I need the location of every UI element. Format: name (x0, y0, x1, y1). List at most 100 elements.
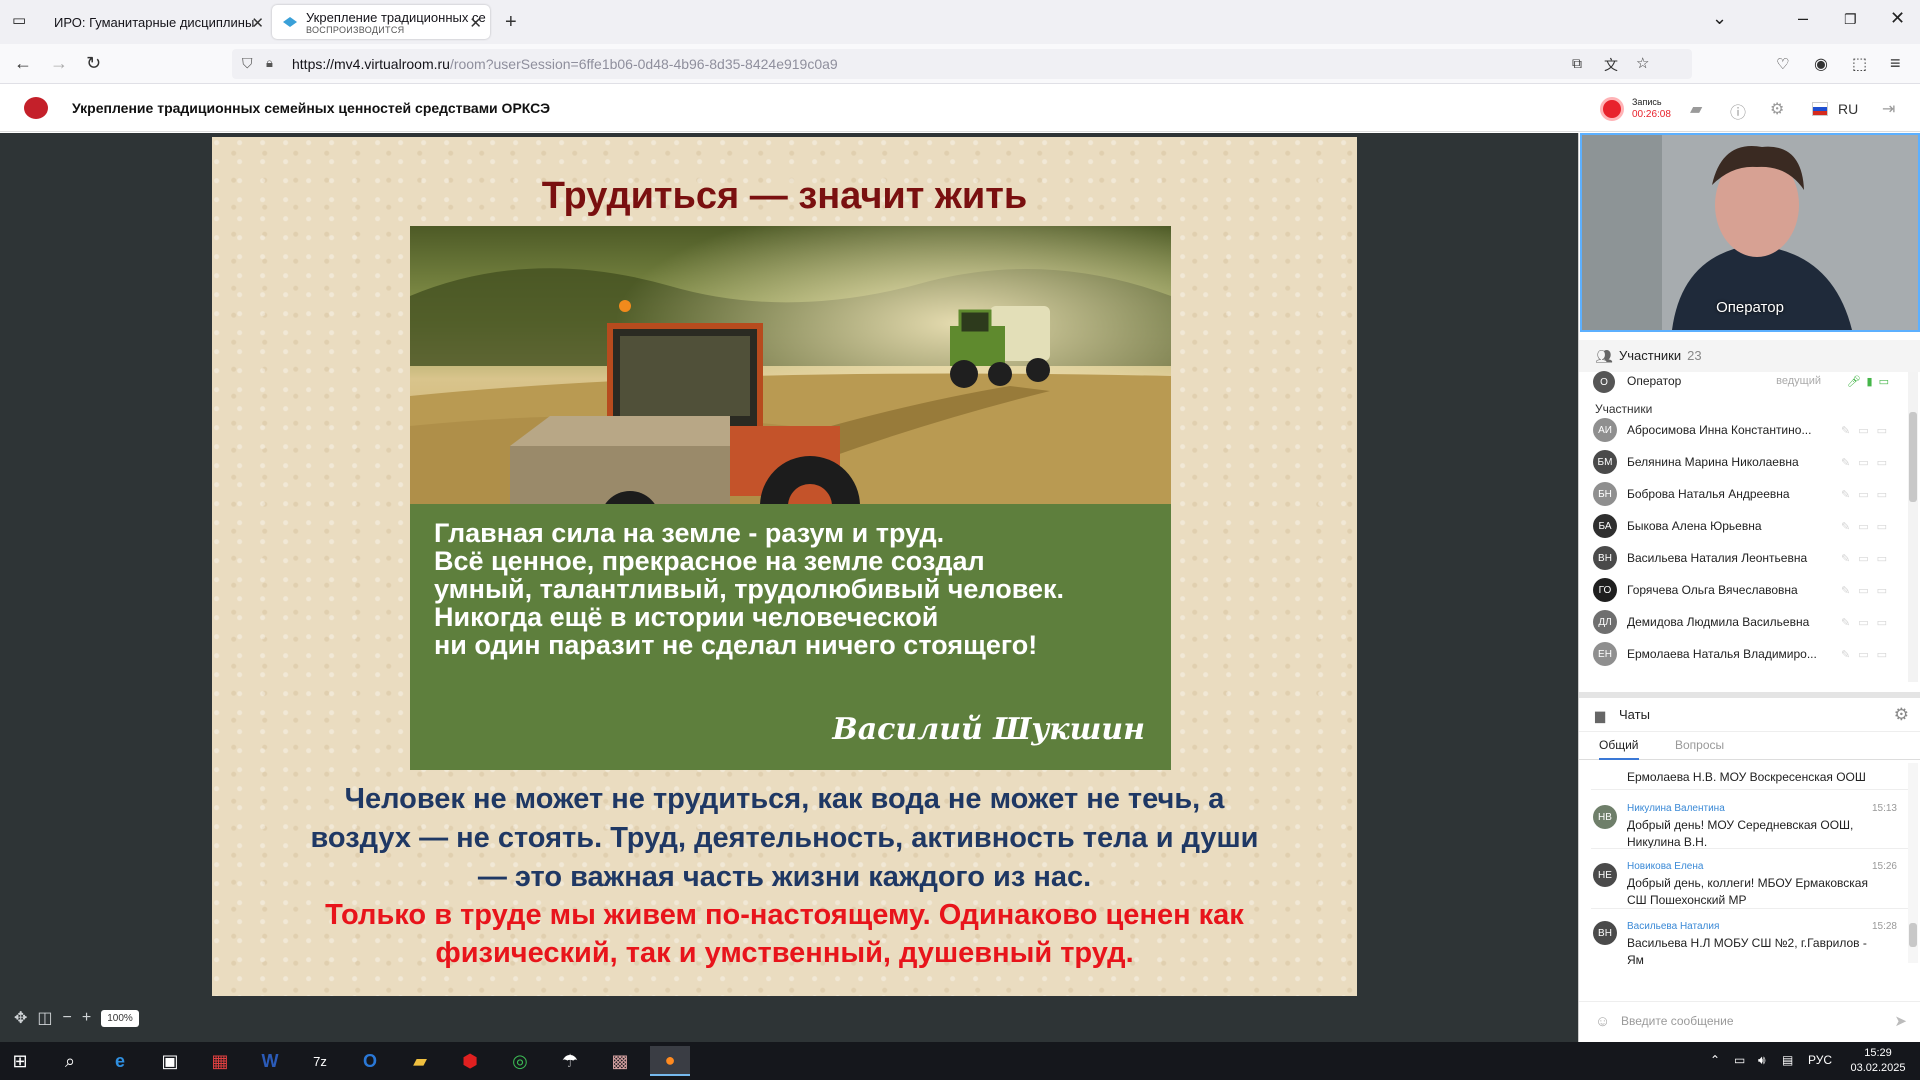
chat-message-input[interactable] (1621, 1010, 1871, 1032)
video-tile[interactable]: Оператор (1580, 133, 1920, 332)
slide-title: Трудиться — значит жить (541, 175, 1028, 217)
app-rus-icon[interactable]: ▦ (200, 1046, 240, 1076)
participant-row[interactable]: ВН Васильева Наталия Леонтьевна ✎▭▭ (1579, 542, 1909, 574)
quote-line: Никогда ещё в истории человеческой (434, 602, 939, 632)
info-icon[interactable]: ⓘ (1730, 99, 1746, 123)
chat-title: Чаты (1619, 707, 1650, 722)
minimize-button[interactable]: – (1798, 8, 1808, 29)
tab-close-icon[interactable]: ✕ (469, 14, 482, 32)
participant-name: Боброва Наталья Андреевна (1627, 487, 1790, 501)
tab-close-icon[interactable]: ✕ (251, 14, 264, 32)
picture-in-picture-icon[interactable]: ⧉ (1572, 55, 1582, 72)
account-icon[interactable]: ◉ (1814, 54, 1828, 74)
participant-media-icons[interactable]: ✎▭▭ (1841, 616, 1895, 629)
system-clock[interactable]: 15:29 03.02.2025 (1848, 1046, 1908, 1076)
send-icon[interactable]: ➤ (1894, 1012, 1907, 1030)
store-icon[interactable]: ▣ (150, 1046, 190, 1076)
participants-scrollbar[interactable] (1908, 372, 1918, 682)
move-icon[interactable]: ✥ (14, 1008, 27, 1028)
extensions-icon[interactable]: ⬚ (1852, 54, 1867, 74)
participant-media-icons[interactable]: ✎▭▭ (1841, 456, 1895, 469)
reload-icon[interactable]: ↻ (86, 53, 101, 74)
scrollbar-thumb[interactable] (1909, 412, 1917, 502)
participant-media-icons[interactable]: ✎▭▭ (1841, 552, 1895, 565)
participant-media-icons[interactable]: ✎▭▭ (1841, 424, 1895, 437)
keyboard-icon[interactable]: ▤ (1782, 1053, 1793, 1067)
word-icon[interactable]: W (250, 1046, 290, 1076)
volume-icon[interactable]: 🔊︎ (1758, 1053, 1766, 1068)
participant-row[interactable]: БН Боброва Наталья Андреевна ✎▭▭ (1579, 478, 1909, 510)
chat-message-snippet: Ермолаева Н.В. МОУ Воскресенская ООШ (1627, 770, 1866, 784)
network-icon[interactable]: ▭ (1734, 1053, 1745, 1067)
participant-row[interactable]: ДЛ Демидова Людмила Васильевна ✎▭▭ (1579, 606, 1909, 638)
operator-media-icons[interactable]: 🎤︎▮▭ (1847, 375, 1895, 388)
firefox-icon[interactable]: ● (650, 1046, 690, 1076)
slide-highlight-line: Только в труде мы живем по-настоящему. О… (325, 899, 1244, 931)
pocket-icon[interactable]: ♡ (1776, 55, 1789, 73)
participant-row[interactable]: ЕН Ермолаева Наталья Владимиро... ✎▭▭ (1579, 638, 1909, 670)
quote-author: Василий Шукшин (832, 712, 1145, 747)
shield-icon[interactable]: ⛉ (242, 55, 253, 72)
tray-chevron-icon[interactable]: ⌃ (1710, 1053, 1720, 1067)
russian-flag-icon[interactable] (1812, 102, 1828, 116)
participant-row[interactable]: БМ Белянина Марина Николаевна ✎▭▭ (1579, 446, 1909, 478)
chrome-icon[interactable]: ◎ (500, 1046, 540, 1076)
slide-body-line: — это важная часть жизни каждого из нас. (477, 861, 1092, 893)
search-icon[interactable]: ⌕ (50, 1046, 90, 1076)
app-folder-icon[interactable]: ▩ (600, 1046, 640, 1076)
acrobat-icon[interactable]: ⬢ (450, 1046, 490, 1076)
close-window-button[interactable]: ✕ (1890, 8, 1905, 29)
gear-icon[interactable]: ⚙ (1770, 99, 1784, 119)
file-explorer-icon[interactable]: ▰ (400, 1046, 440, 1076)
avatar: БН (1593, 482, 1617, 506)
participant-row[interactable]: АИ Абросимова Инна Константино... ✎▭▭ (1579, 414, 1909, 446)
participant-media-icons[interactable]: ✎▭▭ (1841, 488, 1895, 501)
participant-name: Быкова Алена Юрьевна (1627, 519, 1762, 533)
7zip-icon[interactable]: 7z (300, 1046, 340, 1076)
zoom-in-button[interactable]: + (82, 1009, 91, 1027)
folder-icon[interactable]: ▰ (1690, 99, 1702, 119)
chat-scrollbar[interactable] (1908, 763, 1918, 963)
translate-icon[interactable]: 文 (1604, 55, 1618, 75)
exit-icon[interactable]: ⇥ (1882, 99, 1895, 119)
browser-tab-room[interactable]: Укрепление традиционных се ВОСПРОИЗВОДИТ… (272, 5, 490, 39)
tab-general[interactable]: Общий (1599, 738, 1639, 760)
menu-icon[interactable]: ≡ (1890, 53, 1901, 74)
fit-screen-icon[interactable]: ◫ (37, 1008, 52, 1028)
participant-media-icons[interactable]: ✎▭▭ (1841, 520, 1895, 533)
url-text[interactable]: https://mv4.virtualroom.ru/room?userSess… (292, 56, 838, 72)
lock-icon[interactable]: 🔒︎ (266, 55, 273, 71)
quote-line: Всё ценное, прекрасное на земле создал (434, 546, 985, 576)
gear-icon[interactable]: ⚙ (1894, 705, 1909, 725)
participant-row-operator[interactable]: О Оператор ведущий 🎤︎▮▭ (1579, 371, 1909, 394)
browser-tab-iro[interactable]: ИРО: Гуманитарные дисциплины ✕ (44, 5, 272, 39)
participant-row[interactable]: БА Быкова Алена Юрьевна ✎▭▭ (1579, 510, 1909, 542)
edge-browser-icon[interactable]: e (100, 1046, 140, 1076)
participant-media-icons[interactable]: ✎▭▭ (1841, 648, 1895, 661)
app-icon[interactable]: ☂ (550, 1046, 590, 1076)
message-text: Добрый день! МОУ Середневская ООШ, Никул… (1627, 818, 1854, 849)
outlook-icon[interactable]: O (350, 1046, 390, 1076)
tab-questions[interactable]: Вопросы (1675, 738, 1724, 752)
scrollbar-thumb[interactable] (1909, 923, 1917, 947)
emoji-icon[interactable]: ☺ (1595, 1013, 1610, 1030)
presentation-stage: Трудиться — значит жить Главная сила на … (0, 133, 1578, 1042)
restore-button[interactable]: ❐ (1844, 11, 1857, 28)
participant-row[interactable]: ГО Горячева Ольга Вячеславовна ✎▭▭ (1579, 574, 1909, 606)
participants-header[interactable]: 👥︎ Участники 23 (1579, 340, 1920, 372)
input-language[interactable]: РУС (1808, 1053, 1832, 1067)
zoom-out-button[interactable]: − (63, 1009, 72, 1027)
windows-start-icon[interactable]: ⊞ (0, 1046, 40, 1076)
record-icon[interactable] (1600, 97, 1624, 121)
bookmark-star-icon[interactable]: ☆ (1636, 54, 1649, 72)
new-tab-button[interactable]: + (505, 11, 517, 34)
language-selector[interactable]: RU (1838, 101, 1858, 117)
address-bar[interactable]: ⛉ 🔒︎ https://mv4.virtualroom.ru/room?use… (232, 49, 1692, 79)
tab-list-icon[interactable]: ▭ (12, 11, 26, 29)
back-arrow-icon[interactable]: ← (14, 53, 32, 74)
forward-arrow-icon[interactable]: → (50, 53, 68, 74)
slide-body-line: Человек не может не трудиться, как вода … (344, 783, 1225, 815)
virtualroom-favicon-icon (283, 17, 297, 27)
tab-overflow-chevron-icon[interactable]: ⌄ (1712, 8, 1727, 29)
participant-media-icons[interactable]: ✎▭▭ (1841, 584, 1895, 597)
